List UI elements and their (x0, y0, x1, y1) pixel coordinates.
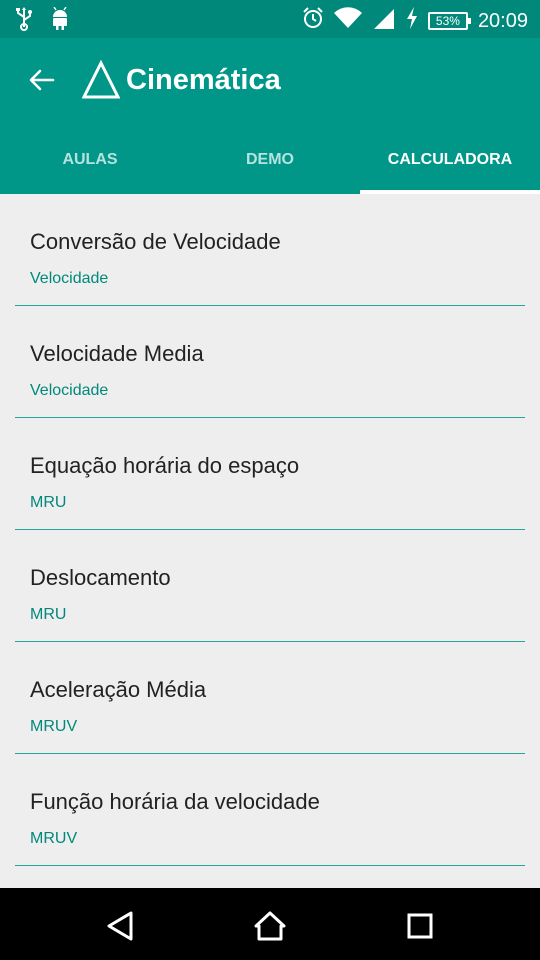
item-title: Aceleração Média (30, 677, 207, 702)
item-title: Equação horária do espaço (30, 453, 300, 478)
wifi-icon (333, 7, 362, 34)
item-title: Deslocamento (30, 565, 171, 590)
item-title: Velocidade Media (30, 341, 204, 366)
triangle-logo (81, 59, 121, 100)
alarm-icon (302, 6, 324, 35)
home-icon (254, 911, 286, 941)
app-bar: Cinemática AULAS DEMO CALCULADORA (0, 38, 540, 194)
item-subtitle: Velocidade (30, 382, 109, 399)
nav-back-button[interactable] (100, 906, 140, 946)
nav-recents-button[interactable] (400, 906, 440, 946)
signal-icon (372, 7, 396, 34)
back-button[interactable] (22, 60, 62, 100)
item-subtitle: MRU (30, 606, 67, 623)
list-item[interactable]: Função horária da velocidade MRUV (15, 754, 525, 866)
tab-bar: AULAS DEMO CALCULADORA (0, 134, 540, 194)
item-subtitle: MRU (30, 494, 67, 511)
recents-icon (407, 913, 433, 939)
list-item[interactable]: Velocidade Media Velocidade (15, 306, 525, 418)
list-item[interactable]: Deslocamento MRU (15, 530, 525, 642)
arrow-left-icon (29, 69, 55, 91)
item-subtitle: MRUV (30, 830, 78, 847)
list-item[interactable]: Equação horária do espaço MRU (15, 418, 525, 530)
charging-icon (406, 7, 418, 34)
battery-indicator: 53% (427, 11, 471, 30)
tab-calculadora[interactable]: CALCULADORA (360, 134, 540, 194)
tab-aulas[interactable]: AULAS (0, 134, 180, 194)
status-bar: 53% 20:09 (0, 0, 540, 38)
back-triangle-icon (107, 911, 133, 941)
calculator-list: Conversão de Velocidade Velocidade Veloc… (0, 194, 540, 888)
list-item[interactable]: Conversão de Velocidade Velocidade (15, 194, 525, 306)
nav-home-button[interactable] (250, 906, 290, 946)
android-icon (50, 6, 70, 36)
item-title: Função horária da velocidade (30, 789, 320, 814)
item-subtitle: MRUV (30, 718, 78, 735)
item-subtitle: Velocidade (30, 270, 109, 287)
item-title: Conversão de Velocidade (30, 229, 281, 254)
system-nav-bar (0, 888, 540, 960)
status-time: 20:09 (477, 9, 528, 32)
page-title: Cinemática (126, 64, 281, 96)
list-item[interactable]: Aceleração Média MRUV (15, 642, 525, 754)
usb-icon (14, 7, 34, 36)
tab-demo[interactable]: DEMO (180, 134, 360, 194)
